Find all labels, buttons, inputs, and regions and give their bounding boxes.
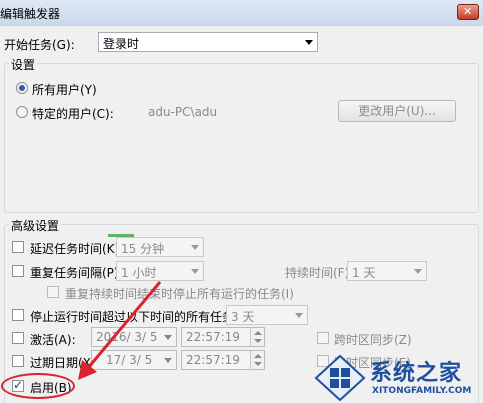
annotation-arrow	[78, 281, 162, 380]
watermark: 系统之家 XITONGFAMILY.COM	[312, 352, 483, 403]
annotation-arrowhead	[78, 360, 97, 380]
watermark-title: 系统之家	[370, 361, 463, 386]
annotation-arrow-line	[86, 281, 162, 369]
windows-logo-icon	[314, 354, 366, 402]
watermark-subtitle: XITONGFAMILY.COM	[372, 386, 472, 396]
